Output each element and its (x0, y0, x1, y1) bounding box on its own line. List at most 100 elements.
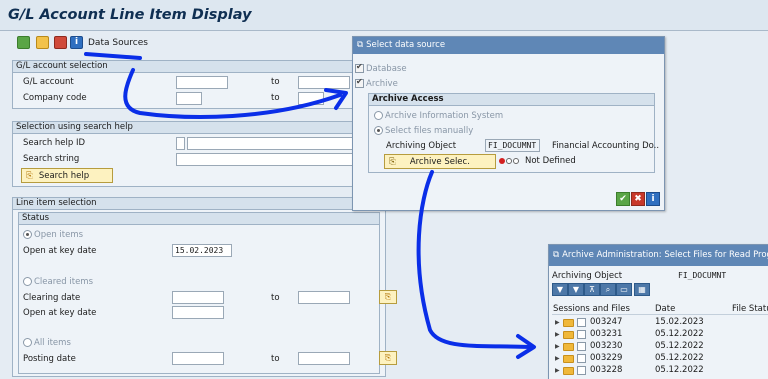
row-checkbox[interactable] (577, 366, 586, 375)
column-header-file-status: File Status (732, 304, 768, 314)
folder-icon (563, 331, 574, 339)
info-icon[interactable]: i (646, 192, 660, 206)
dialog-title-bar: ⧉ Archive Administration: Select Files fo… (549, 245, 768, 266)
search-help-id-input[interactable] (176, 137, 185, 150)
archive-access-header: Archive Access (369, 94, 654, 106)
to-label: to (271, 293, 280, 303)
confirm-icon[interactable]: ✔ (616, 192, 630, 206)
archiving-object-description: Financial Accounting Do.. (552, 141, 660, 151)
archive-info-system-label: Archive Information System (385, 111, 504, 121)
title-bar: G/L Account Line Item Display (0, 0, 768, 31)
column-header-sessions: Sessions and Files (553, 304, 630, 314)
expand-arrow-icon[interactable]: ▶ (555, 343, 560, 350)
search-help-button[interactable]: ⎘ Search help (21, 168, 113, 183)
folder-icon (563, 355, 574, 363)
cancel-icon[interactable]: ✖ (631, 192, 645, 206)
all-items-label: All items (34, 338, 71, 348)
posting-date-to-input[interactable] (298, 352, 350, 365)
table-row[interactable]: ▶ 003231 05.12.2022 (552, 329, 768, 341)
row-checkbox[interactable] (577, 318, 586, 327)
expand-arrow-icon[interactable]: ▶ (555, 331, 560, 338)
dialog-title: Select data source (366, 40, 446, 50)
select-files-manually-radio[interactable] (374, 126, 383, 135)
row-checkbox[interactable] (577, 342, 586, 351)
archive-info-system-radio[interactable] (374, 111, 383, 120)
table-row[interactable]: ▶ 003247 15.02.2023 (552, 317, 768, 329)
table-toolbar: ▼ ▼ ⊼ ⌕ ▭ ▦ (552, 283, 662, 297)
filter-icon[interactable]: ▼ (552, 283, 568, 296)
find-icon[interactable]: ⌕ (600, 283, 616, 296)
search-help-id-label: Search help ID (23, 138, 86, 148)
session-name: 003247 (590, 317, 623, 327)
archive-administration-dialog: ⧉ Archive Administration: Select Files fo… (548, 244, 768, 379)
search-string-label: Search string (23, 154, 80, 164)
expand-arrow-icon[interactable]: ▶ (555, 319, 560, 326)
database-checkbox[interactable] (355, 62, 364, 73)
to-label: to (271, 93, 280, 103)
layout-icon[interactable]: ▦ (634, 283, 650, 296)
company-code-from-input[interactable] (176, 92, 202, 105)
select-files-manually-label: Select files manually (385, 126, 474, 136)
open-at-key-date-2-input[interactable] (172, 306, 224, 319)
panel-header: Selection using search help (13, 122, 371, 134)
row-checkbox[interactable] (577, 354, 586, 363)
filter-options-icon[interactable]: ▼ (568, 283, 584, 296)
archive-select-button[interactable]: ⎘ Archive Selec. (384, 154, 496, 169)
open-at-key-date-label: Open at key date (23, 246, 97, 256)
dialog-icon: ⧉ (357, 40, 364, 50)
row-checkbox[interactable] (577, 330, 586, 339)
expand-arrow-icon[interactable]: ▶ (555, 367, 560, 374)
search-help-id-desc-field (187, 137, 373, 150)
archive-status-text: Not Defined (525, 156, 576, 166)
cleared-items-radio[interactable] (23, 277, 32, 286)
archive-access-group: Archive Access Archive Information Syste… (368, 93, 659, 173)
open-at-key-date-input[interactable]: 15.02.2023 (172, 244, 232, 257)
session-name: 003229 (590, 353, 623, 363)
posting-date-label: Posting date (23, 354, 76, 364)
posting-date-from-input[interactable] (172, 352, 224, 365)
arrow-head-annotation-2 (516, 334, 536, 359)
company-code-to-input[interactable] (298, 92, 324, 105)
open-at-key-date-2-label: Open at key date (23, 308, 97, 318)
table-row[interactable]: ▶ 003228 05.12.2022 (552, 365, 768, 377)
posting-date-multiple-selection-button[interactable]: ⎘ (379, 351, 397, 365)
execute-icon[interactable] (17, 36, 30, 49)
dialog-title-bar: ⧉ Select data source (353, 37, 664, 54)
gl-account-selection-panel: G/L account selection G/L account to Com… (12, 60, 372, 109)
archive-checkbox[interactable] (355, 77, 364, 88)
print-icon[interactable]: ▭ (616, 283, 632, 296)
table-row[interactable]: ▶ 003230 05.12.2022 (552, 341, 768, 353)
clearing-date-label: Clearing date (23, 293, 81, 303)
company-code-label: Company code (23, 93, 87, 103)
session-date: 05.12.2022 (655, 341, 704, 351)
all-items-radio[interactable] (23, 338, 32, 347)
clearing-date-to-input[interactable] (298, 291, 350, 304)
page-title: G/L Account Line Item Display (8, 7, 252, 23)
gl-account-from-input[interactable] (176, 76, 228, 89)
variant-icon[interactable] (36, 36, 49, 49)
panel-header: Line item selection (13, 198, 385, 210)
dialog-icon: ⧉ (553, 250, 560, 260)
expand-icon[interactable]: ⊼ (584, 283, 600, 296)
search-help-button-label: Search help (38, 170, 90, 181)
session-date: 05.12.2022 (655, 365, 704, 375)
data-sources-button[interactable]: Data Sources (88, 38, 148, 48)
session-date: 15.02.2023 (655, 317, 704, 327)
clearing-date-from-input[interactable] (172, 291, 224, 304)
status-header: Status (19, 213, 379, 225)
gl-account-to-input[interactable] (298, 76, 350, 89)
table-row[interactable]: ▶ 003229 05.12.2022 (552, 353, 768, 365)
search-help-icon: ⎘ (26, 170, 33, 181)
table-header: Sessions and Files Date File Status (552, 303, 768, 315)
open-items-radio[interactable] (23, 230, 32, 239)
info-icon[interactable]: i (70, 36, 83, 49)
expand-arrow-icon[interactable]: ▶ (555, 355, 560, 362)
clearing-date-multiple-selection-button[interactable]: ⎘ (379, 290, 397, 304)
search-string-input[interactable] (176, 153, 373, 166)
select-data-source-dialog: ⧉Select data source Database Archive Arc… (352, 36, 665, 211)
archiving-object-label: Archiving Object (386, 141, 457, 151)
folder-icon (563, 343, 574, 351)
session-name: 003230 (590, 341, 623, 351)
database-label: Database (366, 64, 407, 74)
get-variant-icon[interactable] (54, 36, 67, 49)
